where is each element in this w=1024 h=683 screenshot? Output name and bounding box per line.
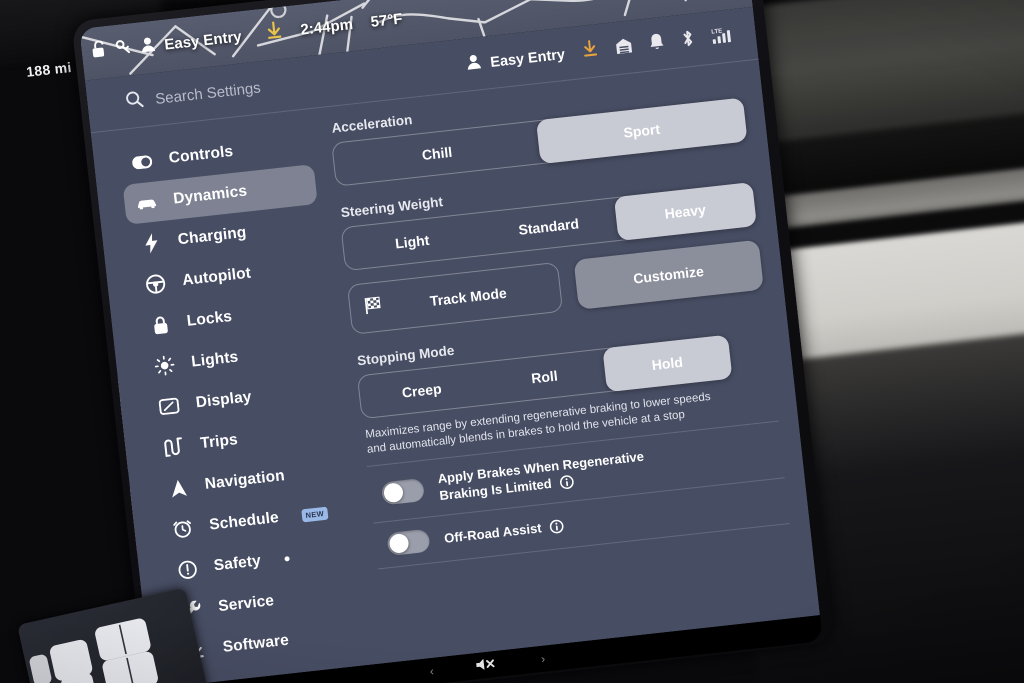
sidebar-label: Service: [217, 592, 275, 616]
key-icon[interactable]: [115, 37, 133, 61]
new-badge: NEW: [300, 506, 329, 522]
sidebar-label: Locks: [185, 307, 233, 330]
apply-brakes-label-text: Apply Brakes When Regenerative Braking I…: [436, 448, 645, 504]
steering-option-heavy[interactable]: Heavy: [613, 182, 757, 242]
clock-time: 2:44pm: [299, 15, 354, 39]
car-icon: [136, 192, 158, 214]
outside-temperature: 57°F: [369, 9, 404, 31]
settings-body: Controls Dynamics Charging Autopilot Loc…: [91, 60, 820, 683]
screenshot-root: 188 mi Open Trunk: [0, 0, 1024, 683]
info-circle-icon[interactable]: [549, 519, 564, 534]
bluetooth-icon[interactable]: [680, 28, 697, 53]
toggle-knob: [382, 481, 404, 503]
safety-alert-dot: [284, 555, 290, 562]
volume-muted-icon[interactable]: [475, 655, 501, 675]
stopping-option-hold[interactable]: Hold: [602, 334, 733, 393]
search-placeholder-text: Search Settings: [154, 78, 262, 108]
settings-panel: Search Settings Easy Entry LTE Controls …: [84, 6, 820, 683]
sidebar-label: Controls: [167, 142, 234, 167]
customize-button[interactable]: Customize: [573, 239, 764, 310]
person-icon: [465, 53, 482, 76]
sidebar-label: Charging: [176, 223, 248, 249]
sidebar-label: Trips: [199, 431, 239, 453]
settings-profile-name: Easy Entry: [489, 46, 566, 71]
sidebar-label: Software: [221, 631, 290, 656]
steering-wheel-icon: [145, 273, 167, 295]
off-road-assist-toggle[interactable]: [386, 528, 431, 557]
svg-text:LTE: LTE: [711, 28, 722, 35]
exclamation-circle-icon: [176, 558, 198, 580]
center-touchscreen: Open Trunk: [0, 0, 837, 683]
nav-turn-arrow-icon: [265, 21, 284, 45]
dynamics-settings-content: Acceleration Chill Sport Steering Weight…: [321, 60, 820, 664]
display-icon: [158, 395, 180, 417]
notification-bell-icon[interactable]: [648, 32, 665, 57]
trips-road-icon: [163, 436, 185, 458]
sidebar-label: Dynamics: [172, 182, 248, 208]
bolt-icon: [140, 232, 162, 254]
checkered-flag-icon: [363, 295, 384, 320]
person-icon[interactable]: [139, 35, 156, 58]
alarm-clock-icon: [172, 518, 194, 540]
toggle-knob: [388, 532, 410, 554]
rear-seat-layout-graphic[interactable]: [17, 587, 212, 683]
screen-surface: Open Trunk: [79, 0, 823, 683]
info-circle-icon[interactable]: [559, 474, 575, 489]
sidebar-label: Display: [194, 388, 253, 412]
toggle-switch-icon: [131, 151, 153, 173]
off-road-assist-label-text: Off-Road Assist: [443, 520, 543, 546]
steering-weight-section: Steering Weight Light Standard Heavy Tra…: [338, 160, 764, 335]
software-download-icon[interactable]: [581, 39, 600, 64]
stopping-option-creep[interactable]: Creep: [357, 362, 487, 420]
search-icon: [124, 89, 144, 114]
padlock-icon: [149, 314, 171, 336]
off-road-assist-label: Off-Road Assist: [443, 517, 565, 547]
sidebar-label: Schedule: [208, 509, 280, 534]
stopping-option-roll[interactable]: Roll: [480, 348, 610, 406]
track-mode-button[interactable]: Track Mode: [346, 261, 563, 335]
unlocked-icon[interactable]: [91, 40, 108, 64]
sidebar-label: Autopilot: [181, 264, 252, 290]
brightness-icon: [154, 355, 176, 377]
settings-profile-chip[interactable]: Easy Entry: [465, 44, 566, 76]
sidebar-label: Lights: [190, 348, 240, 371]
sidebar-label: Safety: [212, 552, 262, 575]
chevron-right-icon[interactable]: ›: [540, 652, 546, 666]
chevron-left-icon[interactable]: ‹: [429, 664, 435, 678]
sidebar-label: Navigation: [203, 467, 286, 493]
lte-signal-icon: LTE: [711, 23, 739, 50]
track-mode-label: Track Mode: [429, 284, 508, 310]
home-garage-icon[interactable]: [614, 36, 633, 60]
steering-option-standard[interactable]: Standard: [477, 197, 620, 256]
apply-brakes-toggle[interactable]: [380, 477, 425, 505]
navigation-arrow-icon: [167, 477, 189, 499]
steering-option-light[interactable]: Light: [341, 212, 484, 271]
